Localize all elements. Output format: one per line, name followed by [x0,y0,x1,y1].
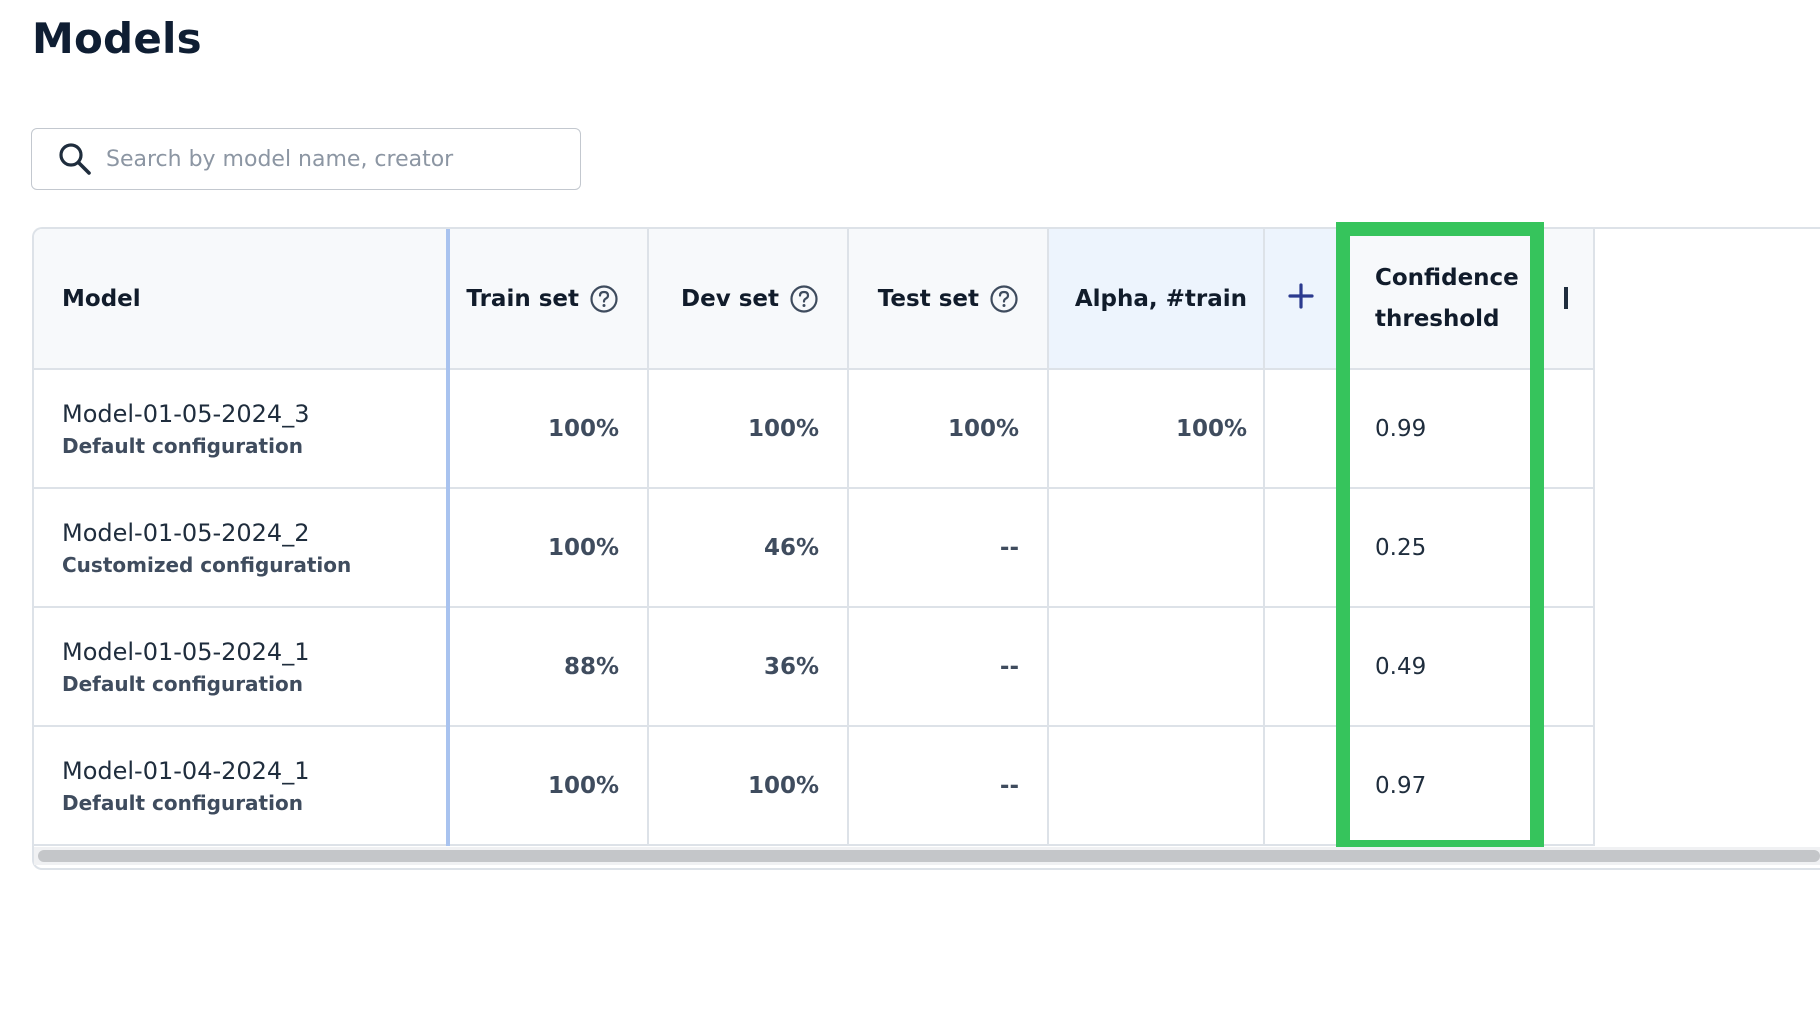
column-header-alpha-label: Alpha, #train [1074,285,1247,312]
next-column-header-edge [1564,287,1568,309]
model-name[interactable]: Model-01-05-2024_2 [62,519,446,547]
column-header-test-set-label: Test set [877,285,979,312]
column-header-test-set[interactable]: Test set [848,229,1049,370]
model-cell: Model-01-05-2024_2 Customized configurat… [34,488,450,608]
train-set-value: 100% [448,726,649,846]
dev-set-value: 36% [648,607,849,727]
test-set-value: -- [848,607,1049,727]
model-config: Default configuration [62,671,303,696]
model-name[interactable]: Model-01-05-2024_3 [62,400,446,428]
add-column-cell [1264,607,1339,727]
column-header-dev-set-label: Dev set [681,285,779,312]
column-header-confidence-threshold[interactable]: Confidence threshold [1338,229,1539,370]
dev-set-value: 100% [648,369,849,489]
models-table: Model Train set Dev set Test set Alpha, … [32,227,1820,870]
confidence-threshold-value: 0.25 [1338,488,1539,608]
next-column-cell [1538,726,1595,846]
table-row[interactable]: Model-01-04-2024_1 Default configuration… [34,726,1595,846]
next-column-cell [1538,607,1595,727]
model-name[interactable]: Model-01-04-2024_1 [62,757,446,785]
add-column-cell [1264,369,1339,489]
add-column-cell [1264,488,1339,608]
add-column-button[interactable] [1264,229,1339,370]
next-column-cell [1538,369,1595,489]
column-header-confidence-line2: threshold [1375,305,1500,332]
test-set-value: -- [848,726,1049,846]
model-cell: Model-01-05-2024_3 Default configuration [34,369,450,489]
model-config: Default configuration [62,433,303,458]
column-header-model[interactable]: Model [34,229,450,370]
model-cell: Model-01-04-2024_1 Default configuration [34,726,450,846]
question-circle-icon[interactable] [789,284,819,314]
model-cell: Model-01-05-2024_1 Default configuration [34,607,450,727]
alpha-value: 100% [1048,369,1265,489]
horizontal-scrollbar-thumb[interactable] [38,850,1820,862]
train-set-value: 88% [448,607,649,727]
page-title: Models [32,14,202,63]
alpha-value [1048,726,1265,846]
next-column-cell [1538,488,1595,608]
table-row[interactable]: Model-01-05-2024_1 Default configuration… [34,607,1595,727]
table-header-row: Model Train set Dev set Test set Alpha, … [34,229,1595,370]
confidence-threshold-value: 0.49 [1338,607,1539,727]
search-input[interactable] [104,128,580,190]
table-row[interactable]: Model-01-05-2024_3 Default configuration… [34,369,1595,489]
column-header-train-set[interactable]: Train set [448,229,649,370]
confidence-threshold-value: 0.97 [1338,726,1539,846]
model-name[interactable]: Model-01-05-2024_1 [62,638,446,666]
question-circle-icon[interactable] [589,284,619,314]
plus-icon[interactable] [1286,281,1316,311]
add-column-cell [1264,726,1339,846]
alpha-value [1048,488,1265,608]
train-set-value: 100% [448,369,649,489]
column-header-model-label: Model [62,285,141,312]
search-icon [58,142,92,176]
question-circle-icon[interactable] [989,284,1019,314]
model-config: Default configuration [62,790,303,815]
table-row[interactable]: Model-01-05-2024_2 Customized configurat… [34,488,1595,608]
column-header-dev-set[interactable]: Dev set [648,229,849,370]
dev-set-value: 46% [648,488,849,608]
alpha-value [1048,607,1265,727]
column-header-alpha[interactable]: Alpha, #train [1048,229,1265,370]
train-set-value: 100% [448,488,649,608]
column-header-train-set-label: Train set [466,285,579,312]
confidence-threshold-value: 0.99 [1338,369,1539,489]
test-set-value: 100% [848,369,1049,489]
test-set-value: -- [848,488,1049,608]
dev-set-value: 100% [648,726,849,846]
search-box[interactable] [31,128,581,190]
model-config: Customized configuration [62,552,352,577]
column-header-confidence-line1: Confidence [1375,264,1519,291]
